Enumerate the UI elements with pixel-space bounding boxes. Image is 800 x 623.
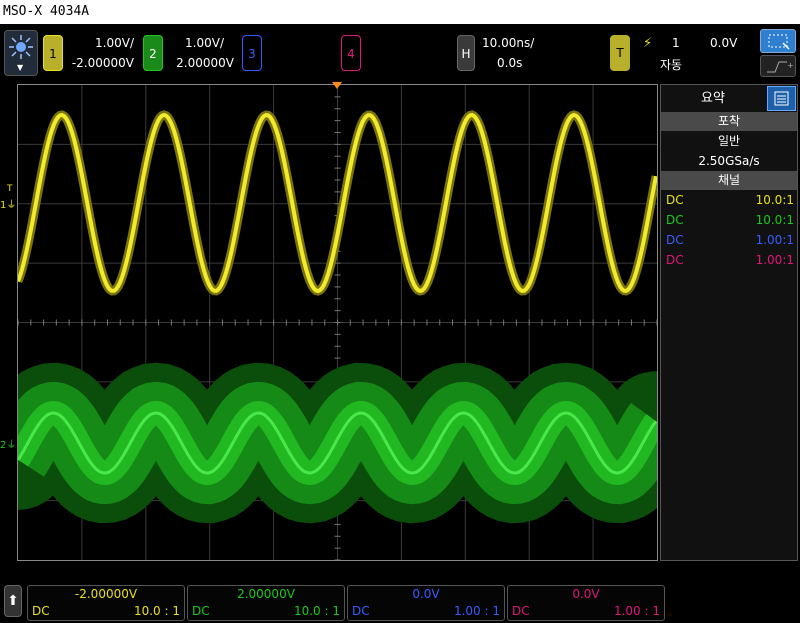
acquisition-mode: 일반 [717, 134, 741, 148]
trigger-position-marker[interactable] [332, 82, 342, 89]
channel-3-summary: DC 1.00:1 [666, 231, 794, 250]
zoom-box-button[interactable] [760, 29, 796, 53]
touch-edge-button[interactable]: + [760, 55, 796, 77]
timebase-value: 10.00ns/ [482, 36, 535, 50]
trigger-button[interactable]: T [610, 35, 630, 71]
top-bar [0, 24, 800, 82]
trigger-level-marker[interactable]: T [7, 184, 13, 194]
channel-1-scale: 1.00V/ [95, 36, 134, 50]
channel-1-button[interactable]: 1 [43, 35, 63, 71]
coupling-label: DC [666, 213, 684, 227]
channel-1-ground-marker[interactable]: 1⏚ [0, 196, 16, 211]
ground-icon: ⏚ [6, 200, 17, 211]
arrow-up-icon: ⬆ [7, 593, 19, 609]
coupling-label: DC [512, 604, 530, 618]
acquisition-header: 포착 [661, 112, 797, 131]
channel-offset: -2.00000V [74, 587, 138, 601]
channel-3-softkey[interactable]: 0.0V DC 1.00 : 1 [347, 585, 505, 621]
probe-ratio: 1.00:1 [755, 233, 794, 247]
waveform-svg [18, 85, 657, 560]
trigger-level: 0.0V [710, 36, 738, 50]
touch-edge-icon: + [767, 61, 794, 73]
waveform-display[interactable] [17, 84, 658, 561]
coupling-label: DC [666, 233, 684, 247]
window-title: MSO-X 4034A [0, 0, 800, 24]
channel-offset: 2.00000V [237, 587, 295, 601]
probe-ratio: 1.00:1 [755, 253, 794, 267]
probe-ratio: 10.0:1 [755, 213, 794, 227]
channel-2-summary: DC 10.0:1 [666, 211, 794, 230]
channel-offset: 0.0V [412, 587, 440, 601]
channel-2-button[interactable]: 2 [143, 35, 163, 71]
coupling-label: DC [32, 604, 50, 618]
channel-2-ground-marker[interactable]: 2⏚ [0, 436, 16, 451]
channel-2-scale: 1.00V/ [185, 36, 224, 50]
chevron-down-icon: ▼ [17, 63, 24, 72]
coupling-label: DC [192, 604, 210, 618]
probe-ratio: 1.00 : 1 [613, 604, 660, 618]
channel-3-button[interactable]: 3 [242, 35, 262, 71]
probe-ratio: 10.0 : 1 [133, 604, 180, 618]
channel-4-button[interactable]: 4 [341, 35, 361, 71]
rising-edge-icon: ⚡ [643, 36, 653, 51]
probe-ratio: 10.0:1 [755, 193, 794, 207]
channel-2-softkey[interactable]: 2.00000V DC 10.0 : 1 [187, 585, 345, 621]
svg-text:+: + [787, 61, 794, 70]
channel-2-offset: 2.00000V [176, 56, 234, 70]
channel-4-summary: DC 1.00:1 [666, 251, 794, 270]
sample-rate: 2.50GSa/s [698, 154, 760, 168]
channel-4-softkey[interactable]: 0.0V DC 1.00 : 1 [507, 585, 665, 621]
ground-icon: ⏚ [6, 440, 17, 451]
side-panel: 요약 포착 일반 2.50GSa/s 채널 DC 10.0:1 DC 10.0:… [660, 84, 798, 561]
channel-1-softkey[interactable]: -2.00000V DC 10.0 : 1 [27, 585, 185, 621]
trigger-mode: 자동 [660, 58, 683, 72]
zoom-box-icon [768, 34, 790, 50]
up-arrow-button[interactable]: ⬆ [4, 585, 22, 617]
main-menu-button[interactable]: ▼ [4, 30, 38, 76]
trigger-source: 1 [672, 36, 680, 50]
probe-ratio: 10.0 : 1 [293, 604, 340, 618]
channel-offset: 0.0V [572, 587, 600, 601]
tab-menu[interactable] [767, 86, 796, 111]
delay-value: 0.0s [497, 56, 523, 70]
coupling-label: DC [666, 253, 684, 267]
list-icon [774, 91, 789, 106]
channel-1-summary: DC 10.0:1 [666, 191, 794, 210]
coupling-label: DC [352, 604, 370, 618]
menu-icon [9, 35, 33, 59]
channels-header: 채널 [661, 171, 797, 190]
horizontal-button[interactable]: H [457, 35, 475, 71]
channel-1-offset: -2.00000V [71, 56, 134, 70]
tab-summary[interactable]: 요약 [661, 85, 765, 113]
coupling-label: DC [666, 193, 684, 207]
probe-ratio: 1.00 : 1 [453, 604, 500, 618]
